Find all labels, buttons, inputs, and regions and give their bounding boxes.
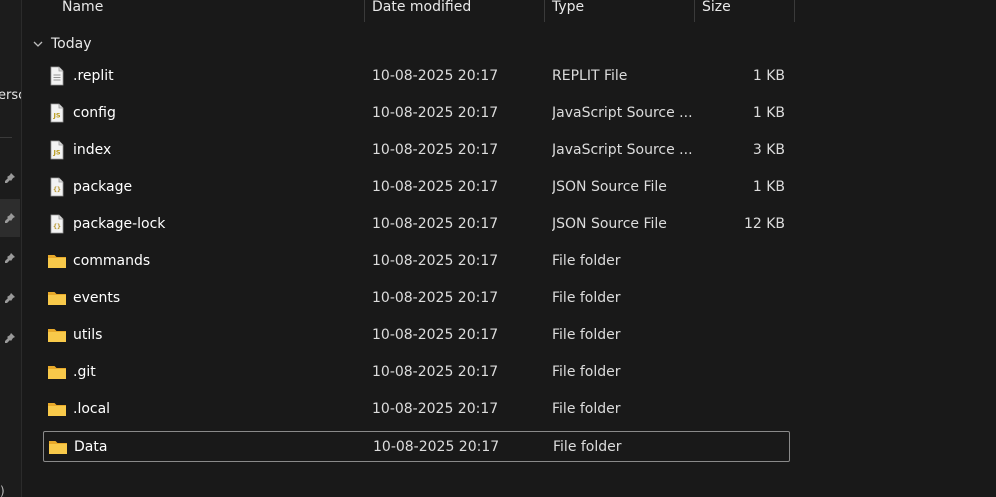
- file-row[interactable]: commands 10-08-2025 20:17 File folder: [43, 246, 790, 277]
- json-file-icon: {}: [47, 177, 67, 197]
- file-size: [694, 246, 785, 277]
- file-type: REPLIT File: [552, 68, 628, 84]
- file-size: [694, 283, 785, 314]
- nav-item-label-truncated[interactable]: ersc: [0, 88, 21, 103]
- file-size: 1 KB: [752, 68, 785, 84]
- svg-text:JS: JS: [52, 149, 60, 157]
- file-name: Data: [74, 439, 108, 455]
- column-divider[interactable]: [794, 0, 795, 22]
- file-row[interactable]: {} package-lock 10-08-2025 20:17 JSON Sourc…: [43, 209, 790, 240]
- pin-icon: [5, 293, 15, 303]
- file-row[interactable]: .local 10-08-2025 20:17 File folder: [43, 394, 790, 425]
- file-type: File folder: [552, 401, 621, 417]
- file-name: package: [73, 179, 133, 195]
- quick-access-pin-1[interactable]: [0, 159, 20, 197]
- file-name: .replit: [73, 68, 114, 84]
- file-size: [694, 394, 785, 425]
- folder-icon: [47, 362, 67, 382]
- file-size: [695, 432, 786, 463]
- file-name: package-lock: [73, 216, 166, 232]
- file-date-modified: 10-08-2025 20:17: [372, 68, 499, 84]
- file-date-modified: 10-08-2025 20:17: [372, 401, 499, 417]
- file-name: .git: [73, 364, 96, 380]
- nav-bottom-label-truncated: ): [0, 484, 5, 497]
- file-date-modified: 10-08-2025 20:17: [373, 439, 500, 455]
- file-size: [694, 357, 785, 388]
- file-row[interactable]: .git 10-08-2025 20:17 File folder: [43, 357, 790, 388]
- column-header-type[interactable]: Type: [552, 0, 584, 22]
- column-header-date-modified[interactable]: Date modified: [372, 0, 471, 22]
- file-date-modified: 10-08-2025 20:17: [372, 216, 499, 232]
- folder-icon: [47, 399, 67, 419]
- file-date-modified: 10-08-2025 20:17: [372, 179, 499, 195]
- folder-icon: [47, 251, 67, 271]
- file-type: JavaScript Source ...: [552, 142, 692, 158]
- file-size: 12 KB: [743, 216, 785, 232]
- file-name: .local: [73, 401, 111, 417]
- file-type: File folder: [552, 364, 621, 380]
- file-name: utils: [73, 327, 103, 343]
- file-date-modified: 10-08-2025 20:17: [372, 105, 499, 121]
- column-header-name[interactable]: Name: [62, 0, 103, 22]
- svg-text:{}: {}: [53, 186, 61, 194]
- file-type: File folder: [552, 253, 621, 269]
- svg-text:JS: JS: [52, 112, 60, 120]
- file-name: events: [73, 290, 121, 306]
- folder-icon: [48, 437, 68, 457]
- file-row[interactable]: utils 10-08-2025 20:17 File folder: [43, 320, 790, 351]
- file-date-modified: 10-08-2025 20:17: [372, 364, 499, 380]
- file-type: JavaScript Source ...: [552, 105, 692, 121]
- js-file-icon: JS: [47, 103, 67, 123]
- folder-icon: [47, 288, 67, 308]
- column-divider[interactable]: [694, 0, 695, 22]
- group-label: Today: [51, 36, 92, 52]
- file-name: index: [73, 142, 112, 158]
- quick-access-pin-2[interactable]: [0, 199, 20, 237]
- column-header-row: Name Date modified Type Size: [22, 0, 996, 22]
- svg-text:{}: {}: [53, 223, 61, 231]
- json-file-icon: {}: [47, 214, 67, 234]
- text-file-icon: [47, 66, 67, 86]
- file-row[interactable]: {} package 10-08-2025 20:17 JSON Source Fil…: [43, 172, 790, 203]
- column-divider[interactable]: [544, 0, 545, 22]
- chevron-down-icon: [33, 41, 43, 47]
- quick-access-pin-5[interactable]: [0, 319, 20, 357]
- pin-icon: [5, 213, 15, 223]
- navigation-pane: ersc ): [0, 0, 22, 497]
- file-row[interactable]: JS index 10-08-2025 20:17 JavaScript Source…: [43, 135, 790, 166]
- folder-icon: [47, 325, 67, 345]
- file-type: JSON Source File: [552, 216, 667, 232]
- quick-access-pin-3[interactable]: [0, 239, 20, 277]
- nav-divider: [0, 137, 12, 138]
- file-row[interactable]: events 10-08-2025 20:17 File folder: [43, 283, 790, 314]
- file-date-modified: 10-08-2025 20:17: [372, 290, 499, 306]
- file-row[interactable]: JS config 10-08-2025 20:17 JavaScript Sourc…: [43, 98, 790, 129]
- file-size: 3 KB: [752, 142, 785, 158]
- file-name: config: [73, 105, 116, 121]
- file-name: commands: [73, 253, 151, 269]
- pin-icon: [5, 253, 15, 263]
- pin-icon: [5, 173, 15, 183]
- quick-access-pin-4[interactable]: [0, 279, 20, 317]
- column-divider[interactable]: [364, 0, 365, 22]
- js-file-icon: JS: [47, 140, 67, 160]
- pin-icon: [5, 333, 15, 343]
- column-header-size[interactable]: Size: [702, 0, 731, 22]
- file-row[interactable]: .replit 10-08-2025 20:17 REPLIT File 1 KB: [43, 61, 790, 92]
- file-date-modified: 10-08-2025 20:17: [372, 253, 499, 269]
- file-type: File folder: [552, 290, 621, 306]
- file-size: [694, 320, 785, 351]
- file-size: 1 KB: [752, 179, 785, 195]
- file-explorer: ersc ) Name Date modified Type Size Toda: [0, 0, 996, 497]
- file-date-modified: 10-08-2025 20:17: [372, 327, 499, 343]
- file-size: 1 KB: [752, 105, 785, 121]
- file-type: File folder: [552, 327, 621, 343]
- file-row[interactable]: Data 10-08-2025 20:17 File folder: [43, 431, 790, 462]
- file-date-modified: 10-08-2025 20:17: [372, 142, 499, 158]
- file-type: JSON Source File: [552, 179, 667, 195]
- file-type: File folder: [553, 439, 622, 455]
- group-header-today[interactable]: Today: [32, 33, 92, 55]
